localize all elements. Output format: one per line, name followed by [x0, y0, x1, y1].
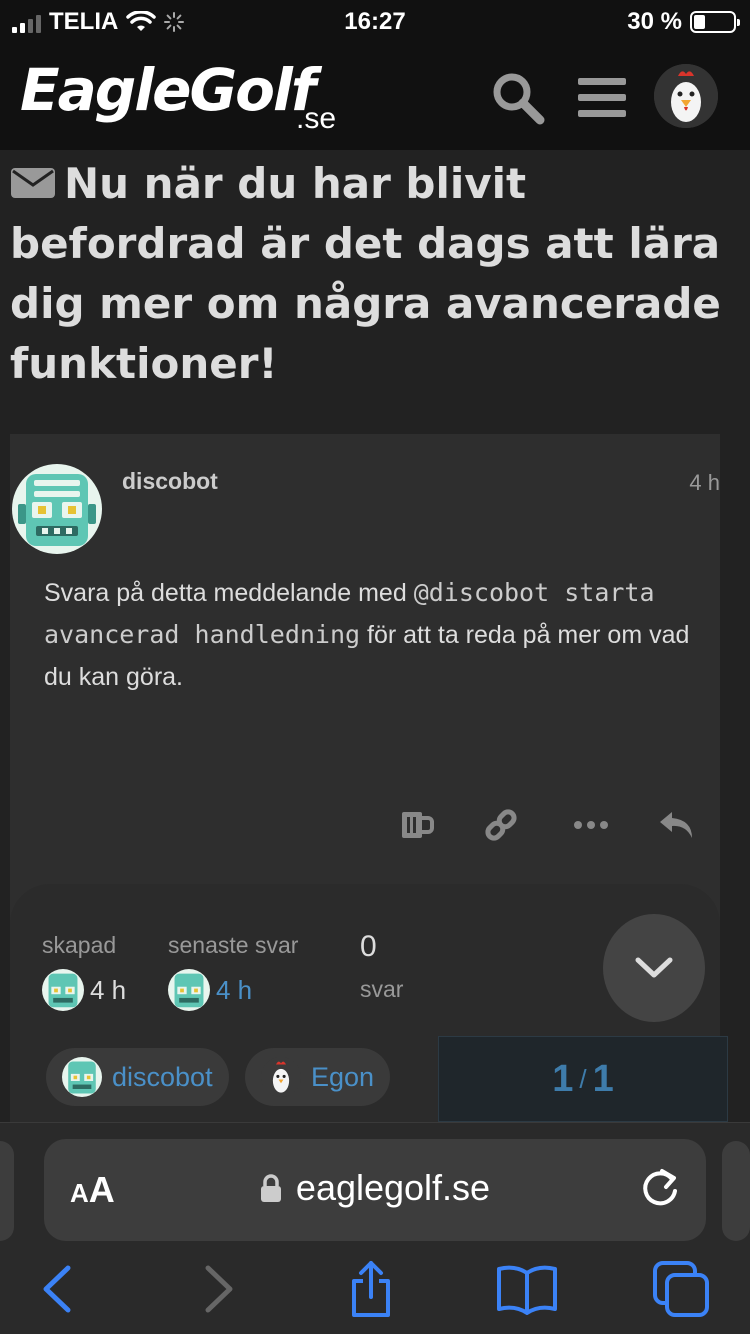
address-bar[interactable]: AA eaglegolf.se	[44, 1139, 706, 1241]
chevron-left-icon	[43, 1265, 71, 1313]
more-icon	[574, 821, 608, 829]
chicken-avatar-icon	[261, 1057, 301, 1097]
bookmarks-button[interactable]	[492, 1257, 562, 1321]
reply-icon	[660, 812, 692, 838]
progress-total: 1	[592, 1057, 614, 1100]
last-reply-label: senaste svar	[168, 932, 299, 958]
share-icon	[352, 1261, 390, 1317]
book-icon	[497, 1265, 557, 1315]
participant-name: discobot	[112, 1061, 213, 1092]
user-avatar[interactable]	[654, 64, 718, 128]
topic-progress[interactable]: 1/1	[438, 1036, 728, 1122]
discobot-avatar-icon	[168, 969, 210, 1011]
status-bar: TELIA 16:27 30 %	[0, 0, 750, 44]
next-tab-preview[interactable]	[722, 1141, 750, 1241]
battery-percent: 30 %	[627, 8, 682, 35]
created-info[interactable]: skapad 4 h	[42, 932, 126, 1011]
search-icon[interactable]	[488, 68, 548, 128]
created-label: skapad	[42, 932, 117, 958]
chevron-down-icon	[635, 957, 673, 978]
post-body-text: Svara på detta meddelande med	[44, 579, 414, 607]
participant-chip-egon[interactable]: Egon	[245, 1048, 391, 1106]
expand-topic-map-button[interactable]	[603, 914, 705, 1022]
battery-icon	[690, 11, 740, 33]
share-button[interactable]	[336, 1257, 406, 1321]
reload-icon[interactable]	[636, 1165, 684, 1213]
post-avatar[interactable]	[12, 464, 102, 554]
like-button[interactable]	[394, 802, 440, 848]
progress-separator: /	[579, 1063, 587, 1094]
tabs-icon	[653, 1261, 709, 1317]
hamburger-menu-icon[interactable]	[572, 68, 632, 128]
back-button[interactable]	[22, 1257, 92, 1321]
more-actions-button[interactable]	[568, 802, 614, 848]
site-logo-suffix: .se	[296, 102, 337, 135]
replies-label: svar	[360, 976, 404, 1002]
progress-current: 1	[552, 1057, 574, 1100]
previous-tab-preview[interactable]	[0, 1141, 14, 1241]
link-icon	[485, 809, 517, 841]
post-body: Svara på detta meddelande med @discobot …	[44, 572, 694, 698]
participant-chip-discobot[interactable]: discobot	[46, 1048, 229, 1106]
forward-button[interactable]	[184, 1257, 254, 1321]
last-reply-value: 4 h	[216, 974, 253, 1005]
discobot-avatar-icon	[62, 1057, 102, 1097]
post-date[interactable]: 4 h	[689, 470, 720, 496]
post-username[interactable]: discobot	[122, 468, 218, 495]
replies-count: 0	[360, 930, 377, 963]
created-value: 4 h	[90, 974, 127, 1005]
tabs-button[interactable]	[646, 1257, 716, 1321]
discobot-avatar-icon	[42, 969, 84, 1011]
url-text: eaglegolf.se	[295, 1167, 491, 1208]
lock-icon	[260, 1174, 281, 1202]
discobot-avatar-icon	[12, 464, 102, 554]
chicken-avatar-icon	[654, 64, 718, 128]
browser-toolbar: AA eaglegolf.se	[0, 1122, 750, 1334]
last-reply-info[interactable]: senaste svar 4 h	[168, 932, 298, 1011]
copy-link-button[interactable]	[478, 802, 524, 848]
reply-button[interactable]	[654, 802, 700, 848]
address-url[interactable]: eaglegolf.se	[44, 1167, 706, 1209]
chevron-right-icon	[205, 1265, 233, 1313]
site-header: EagleGolf .se	[0, 44, 750, 150]
envelope-icon	[11, 168, 55, 198]
like-icon	[402, 812, 434, 838]
topic-title: Nu när du har blivit befordrad är det da…	[10, 154, 745, 394]
participant-name: Egon	[311, 1061, 375, 1092]
post-actions	[10, 802, 720, 848]
topic-title-text: Nu när du har blivit befordrad är det da…	[10, 159, 721, 388]
site-logo[interactable]: EagleGolf	[20, 56, 316, 124]
